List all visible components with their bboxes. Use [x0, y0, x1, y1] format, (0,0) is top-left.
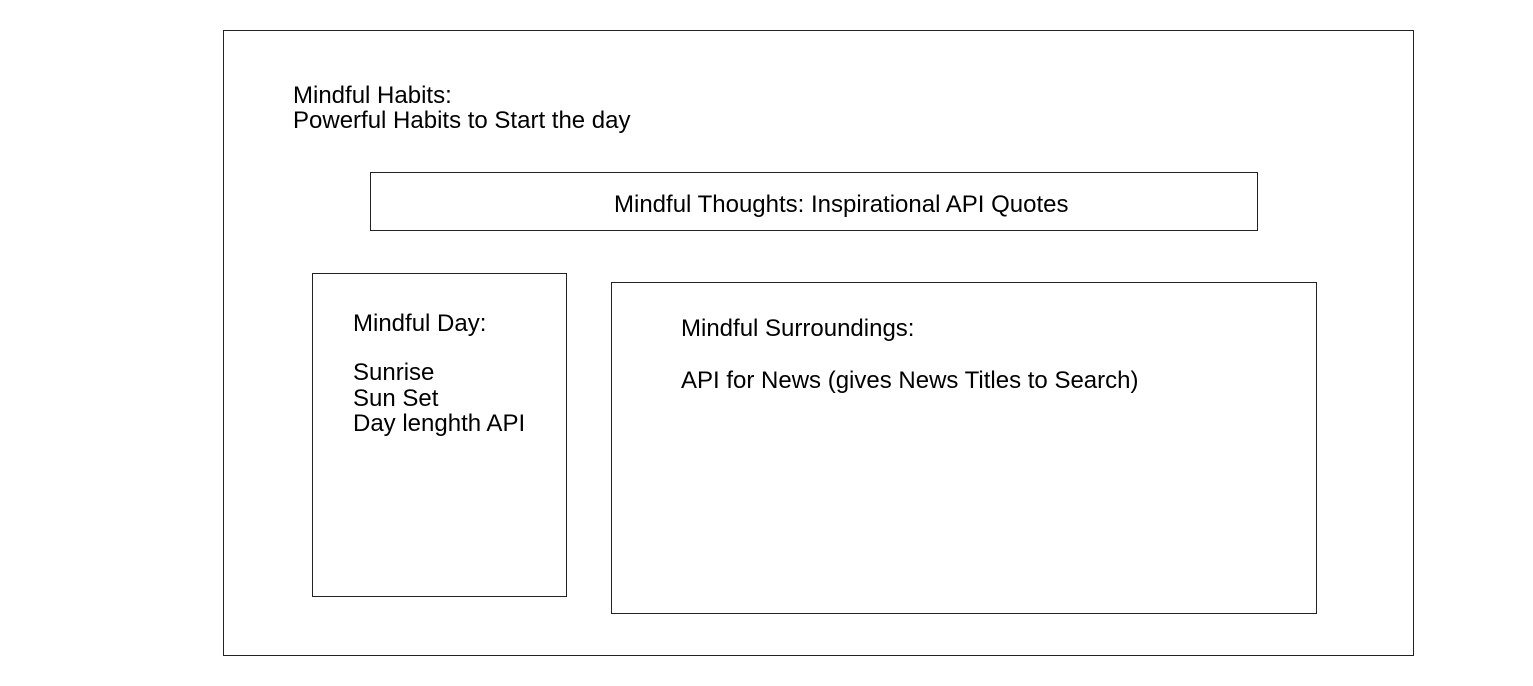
mindful-surroundings-text: API for News (gives News Titles to Searc…: [681, 367, 1139, 394]
page-subtitle: Powerful Habits to Start the day: [293, 107, 631, 134]
mindful-surroundings-heading: Mindful Surroundings:: [681, 315, 915, 342]
quotes-section-label: Mindful Thoughts: Inspirational API Quot…: [614, 191, 1069, 218]
mindful-day-item-sunrise: Sunrise: [353, 359, 435, 386]
mindful-day-heading: Mindful Day:: [353, 310, 487, 337]
mindful-day-list: Sunrise Sun Set Day lenghth API: [353, 360, 525, 437]
page-title: Mindful Habits:: [293, 82, 452, 109]
mindful-day-item-day-length: Day lenghth API: [353, 410, 526, 437]
mindful-day-item-sunset: Sun Set: [353, 384, 439, 412]
